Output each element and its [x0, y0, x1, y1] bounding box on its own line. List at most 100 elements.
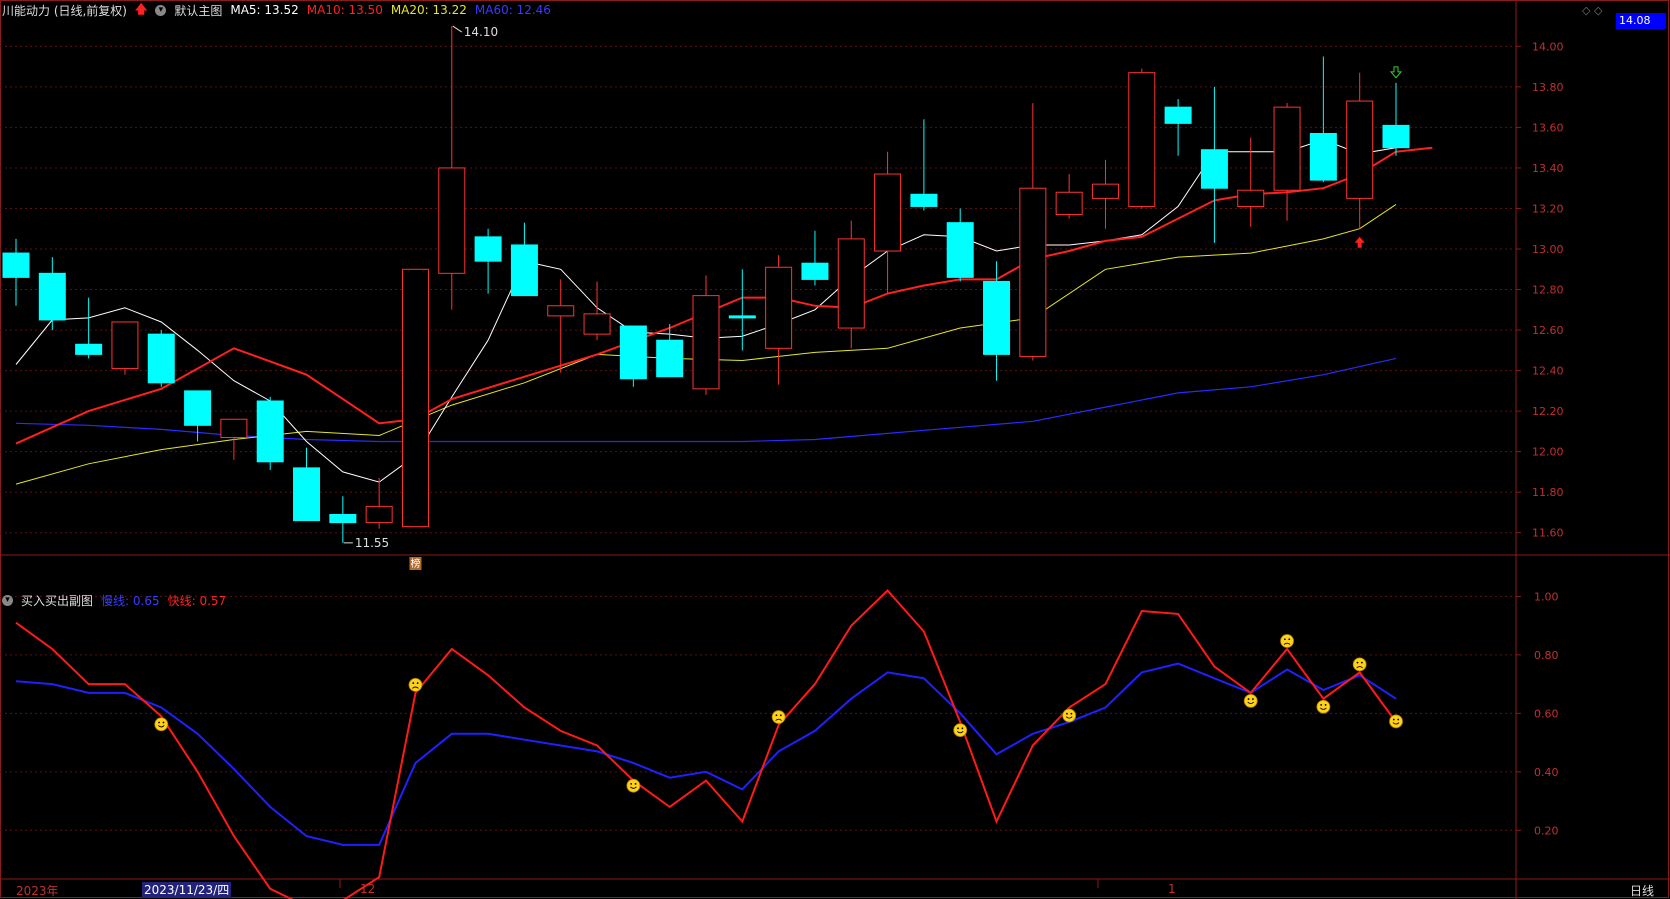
candle-body — [1237, 189, 1265, 207]
slow-line-value: 慢线: 0.65 — [101, 593, 160, 608]
face — [771, 710, 786, 724]
candle-body — [365, 505, 393, 524]
face — [1316, 699, 1331, 714]
price-tick-label: 11.60 — [1532, 527, 1564, 540]
candle — [111, 321, 139, 375]
frown-icon — [408, 677, 423, 692]
candle-body — [1128, 72, 1156, 207]
price-tick-label: 12.80 — [1532, 284, 1564, 297]
indicator-lines — [15, 589, 1397, 899]
price-tick-label: 11.80 — [1532, 486, 1564, 499]
candle-body — [1346, 100, 1374, 199]
period-label[interactable]: 日线 — [1630, 882, 1654, 899]
eye — [1320, 704, 1323, 706]
price-tick-label: 12.20 — [1532, 405, 1564, 418]
chart-annotations: 14.10 11.55 榜 — [343, 25, 1403, 570]
candle-body — [619, 325, 647, 380]
face — [1280, 634, 1294, 648]
indicator-axis[interactable]: 1.00 0.80 0.60 0.40 0.20 — [1516, 590, 1559, 837]
candle — [910, 119, 938, 211]
eye — [158, 721, 160, 724]
eye — [1324, 704, 1327, 706]
fast-line — [15, 589, 1397, 899]
candle-body — [75, 343, 103, 355]
candle — [1309, 56, 1337, 183]
frown-icon — [771, 710, 786, 724]
template-name[interactable]: 默认主图 — [174, 2, 222, 19]
candle-body — [1164, 106, 1192, 124]
candle-body — [1055, 191, 1083, 216]
candle — [474, 228, 502, 294]
indicator-tick-label: 0.60 — [1534, 707, 1559, 720]
price-tick-label: 12.60 — [1532, 324, 1564, 337]
price-tick-label: 13.40 — [1532, 162, 1564, 175]
smile-icon — [1316, 699, 1331, 714]
eye — [1360, 661, 1363, 664]
candle-body — [765, 266, 793, 349]
ma60-value: MA60: 12.46 — [474, 3, 551, 17]
eye — [1070, 712, 1073, 715]
price-axis[interactable]: 14.00 13.80 13.60 13.40 13.20 13.00 12.80 12.60… — [1516, 40, 1564, 540]
ma10-value: MA10: 13.50 — [306, 3, 383, 17]
price-tick-label: 13.80 — [1532, 81, 1564, 94]
face — [1243, 693, 1258, 708]
candle-body — [547, 305, 575, 317]
smile-icon — [953, 723, 968, 738]
eye — [412, 682, 415, 684]
ma5-value: MA5: 13.52 — [230, 3, 299, 17]
frown-icon — [1280, 634, 1294, 648]
candle — [1346, 72, 1374, 229]
candle — [946, 208, 974, 282]
high-pointer — [452, 25, 463, 33]
smile-icon — [1389, 714, 1403, 729]
up-arrow-icon: 🡅 — [135, 1, 148, 16]
candle — [184, 390, 212, 442]
candle-body — [2, 252, 30, 278]
candle-body — [983, 280, 1011, 355]
eye — [779, 714, 782, 717]
eye — [634, 782, 637, 785]
candle — [1055, 174, 1083, 219]
candle — [874, 151, 902, 294]
indicator-tick-label: 0.20 — [1534, 824, 1559, 837]
face — [953, 723, 968, 738]
candle-body — [220, 418, 248, 438]
stock-title[interactable]: 川能动力 (日线,前复权) — [2, 2, 127, 19]
candle-body — [656, 339, 684, 378]
candle-body — [837, 238, 865, 329]
ma10-line — [15, 146, 1433, 445]
eye — [1397, 718, 1400, 721]
x-axis-label-jan: 1 — [1168, 882, 1176, 896]
candle-body — [801, 262, 829, 280]
price-tick-label: 13.00 — [1532, 243, 1564, 256]
price-tick-label: 14.00 — [1532, 40, 1564, 53]
outer-border — [0, 0, 1669, 898]
smile-icon — [626, 778, 641, 793]
candle — [837, 220, 865, 349]
sub-chart-title[interactable]: 买入买出副图 — [21, 592, 93, 609]
candle — [75, 297, 103, 359]
kline-chart[interactable]: 14.00 13.80 13.60 13.40 13.20 13.00 12.80 12.60… — [0, 0, 1670, 899]
indicator-tick-label: 0.80 — [1534, 649, 1559, 662]
menu-dot-icon[interactable]: ▾ — [2, 594, 13, 606]
candle-body — [401, 268, 429, 528]
eye — [961, 727, 964, 730]
candle — [692, 275, 720, 395]
candle — [293, 447, 321, 522]
candle-body — [1200, 149, 1228, 189]
window-control-icons[interactable]: ◇ ◇ — [1582, 4, 1602, 17]
eye — [957, 727, 959, 730]
face — [1062, 708, 1077, 723]
eye — [1252, 698, 1254, 700]
candle — [220, 418, 248, 460]
menu-dot-icon[interactable]: ▾ — [155, 4, 167, 16]
eye — [630, 782, 633, 785]
candle-body — [510, 244, 538, 297]
candle-body — [1091, 183, 1119, 199]
indicator-tick-label: 0.40 — [1534, 766, 1559, 779]
face — [154, 717, 169, 732]
price-tick-label: 12.00 — [1532, 446, 1564, 459]
candlestick-series[interactable] — [2, 26, 1410, 543]
rank-badge-text: 榜 — [410, 557, 420, 570]
candle — [1164, 99, 1192, 156]
